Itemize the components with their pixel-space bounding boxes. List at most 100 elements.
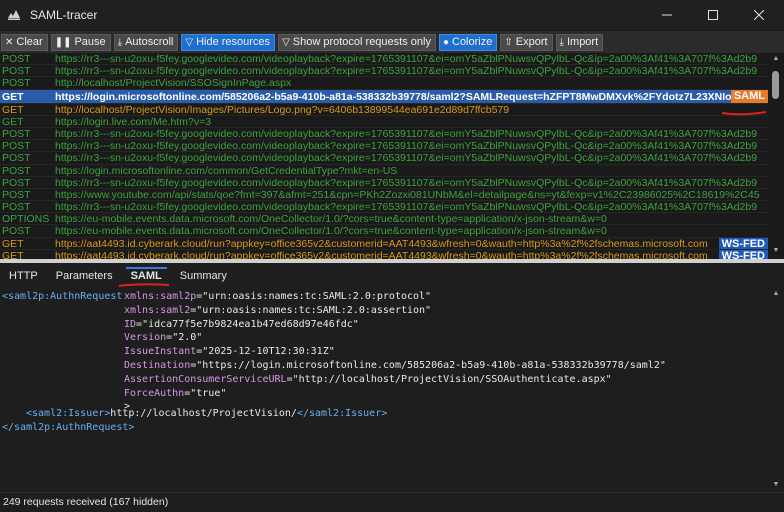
scroll-down-icon[interactable]: ▼ [772, 247, 780, 254]
request-row[interactable]: POST https://rr3---sn-u2oxu-f5fey.googlev… [0, 65, 768, 78]
protocol-badge: SAML [730, 89, 768, 103]
tab-parameters[interactable]: Parameters [47, 263, 122, 287]
request-method: OPTIONS [2, 213, 50, 226]
request-url: https://rr3---sn-u2oxu-f5fey.googlevideo… [55, 53, 758, 65]
request-url: https://login.microsoftonline.com/585206… [55, 90, 752, 103]
request-row[interactable]: GET http://localhost/ProjectVision/Images… [0, 104, 768, 116]
minimize-button[interactable] [644, 0, 690, 30]
drop-icon: ● [442, 36, 449, 48]
request-row[interactable]: GET https://login.live.com/Me.htm?v=3 [0, 116, 768, 128]
request-url: https://eu-mobile.events.data.microsoft.… [55, 225, 607, 238]
request-row[interactable]: POST https://www.youtube.com/api/stats/qo… [0, 188, 768, 202]
colorize-button[interactable]: ● Colorize [438, 33, 498, 51]
request-url: https://www.youtube.com/api/stats/qoe?fm… [55, 188, 760, 201]
autoscroll-button[interactable]: ⤓ Autoscroll [113, 33, 179, 51]
close-button[interactable] [736, 0, 782, 30]
clear-icon: ✕ [5, 36, 14, 48]
show-protocol-button[interactable]: ▽ Show protocol requests only [278, 33, 436, 51]
scroll-down-icon[interactable]: ▼ [772, 481, 780, 488]
request-row[interactable]: POST https://rr3---sn-u2oxu-f5fey.googlev… [0, 127, 768, 141]
xml-attribute: Version="2.0" [124, 332, 203, 344]
scroll-up-icon[interactable]: ▲ [772, 55, 780, 62]
request-method: POST [2, 164, 31, 177]
maximize-icon [708, 10, 718, 20]
request-method: POST [2, 201, 31, 214]
request-url: https://login.live.com/Me.htm?v=3 [55, 115, 212, 128]
xml-attribute: IssueInstant="2025-12-10T12:30:31Z" [124, 346, 335, 358]
request-row[interactable]: GET https://aat4493.id.cyberark.cloud/run… [0, 249, 768, 259]
request-method: POST [2, 77, 31, 90]
request-method: POST [2, 152, 31, 165]
request-url: https://login.microsoftonline.com/common… [55, 164, 398, 177]
request-url: https://rr3---sn-u2oxu-f5fey.googlevideo… [55, 176, 758, 189]
status-bar: 249 requests received (167 hidden) [0, 492, 784, 512]
request-method: GET [2, 90, 24, 103]
request-method: POST [2, 53, 31, 65]
request-row[interactable]: POST https://rr3---sn-u2oxu-f5fey.googlev… [0, 53, 768, 66]
app-icon [6, 7, 22, 23]
request-method: POST [2, 65, 31, 78]
pause-button[interactable]: ❚❚ Pause [50, 33, 111, 51]
request-list-scrollbar[interactable]: ▲ ▼ [768, 53, 784, 259]
request-method: POST [2, 140, 31, 153]
request-row[interactable]: POST https://rr3---sn-u2oxu-f5fey.googlev… [0, 152, 768, 165]
minimize-icon [662, 14, 672, 16]
autoscroll-icon: ⤓ [117, 36, 123, 48]
protocol-badge: WS-FED [718, 249, 768, 259]
import-icon: ⤓ [559, 36, 564, 48]
xml-attribute: xmlns:saml2="urn:oasis:names:tc:SAML:2.0… [124, 304, 432, 316]
import-button[interactable]: ⤓ Import [555, 33, 604, 51]
request-url: http://localhost/ProjectVision/SSOSignIn… [55, 77, 292, 90]
request-method: GET [2, 237, 24, 250]
request-url: https://rr3---sn-u2oxu-f5fey.googlevideo… [55, 152, 758, 165]
tab-http[interactable]: HTTP [0, 263, 47, 287]
xml-attribute: ID="idca77f5e7b9824ea1b47ed68d97e46fdc" [124, 318, 359, 330]
request-method: GET [2, 249, 24, 259]
xml-issuer-line: <saml2:Issuer>http://localhost/ProjectVi… [26, 408, 388, 419]
protocol-badge: WS-FED [718, 237, 768, 249]
pause-icon: ❚❚ [54, 36, 72, 48]
filter-icon: ▽ [282, 36, 290, 48]
xml-attribute: Destination="https://login.microsoftonli… [124, 360, 666, 371]
request-url: https://rr3---sn-u2oxu-f5fey.googlevideo… [55, 127, 758, 140]
request-url: https://aat4493.id.cyberark.cloud/run?ap… [55, 249, 708, 259]
request-url: http://localhost/ProjectVision/Images/Pi… [55, 103, 510, 116]
saml-underline-annotation [721, 111, 767, 116]
request-row[interactable]: POST https://eu-mobile.events.data.micros… [0, 225, 768, 238]
request-list: POST https://rr3---sn-u2oxu-f5fey.googlev… [0, 53, 768, 259]
request-row[interactable]: GET https://aat4493.id.cyberark.cloud/run… [0, 237, 768, 250]
request-row[interactable]: POST https://rr3---sn-u2oxu-f5fey.googlev… [0, 177, 768, 189]
export-button[interactable]: ⇧ Export [500, 33, 553, 51]
filter-icon: ▽ [185, 36, 194, 48]
xml-close-tag: </saml2p:AuthnRequest> [2, 422, 135, 433]
request-row[interactable]: GET https://login.microsoftonline.com/585… [0, 89, 768, 104]
maximize-button[interactable] [690, 0, 736, 30]
scroll-up-icon[interactable]: ▲ [772, 290, 780, 297]
xml-open-tag: <saml2p:AuthnRequest [2, 291, 123, 302]
request-row[interactable]: POST https://login.microsoftonline.com/co… [0, 165, 768, 177]
request-row[interactable]: POST https://rr3---sn-u2oxu-f5fey.googlev… [0, 140, 768, 153]
request-method: GET [2, 115, 24, 128]
xml-viewer-scrollbar[interactable]: ▲ ▼ [768, 287, 784, 492]
export-icon: ⇧ [504, 36, 513, 48]
tab-summary[interactable]: Summary [171, 263, 236, 287]
request-url: https://rr3---sn-u2oxu-f5fey.googlevideo… [55, 201, 758, 214]
request-url: https://rr3---sn-u2oxu-f5fey.googlevideo… [55, 140, 758, 153]
request-method: POST [2, 188, 31, 201]
title-bar: SAML-tracer [0, 0, 784, 30]
xml-attribute: xmlns:saml2p="urn:oasis:names:tc:SAML:2.… [124, 291, 432, 302]
request-method: POST [2, 176, 31, 189]
scrollbar-thumb[interactable] [772, 71, 779, 99]
close-icon [754, 10, 764, 20]
xml-attribute: AssertionConsumerServiceURL="http://loca… [124, 373, 612, 385]
hide-resources-button[interactable]: ▽ Hide resources [181, 33, 276, 51]
request-row[interactable]: OPTIONS https://eu-mobile.events.data.mic… [0, 213, 768, 226]
request-row[interactable]: POST https://rr3---sn-u2oxu-f5fey.googlev… [0, 201, 768, 214]
saml-xml-viewer[interactable]: <saml2p:AuthnRequest xmlns:saml2p="urn:o… [0, 287, 768, 492]
request-row[interactable]: POST http://localhost/ProjectVision/SSOSi… [0, 77, 768, 90]
request-method: GET [2, 103, 24, 116]
request-url: https://rr3---sn-u2oxu-f5fey.googlevideo… [55, 65, 758, 78]
clear-button[interactable]: ✕ Clear [1, 33, 48, 51]
request-method: POST [2, 127, 31, 140]
request-method: POST [2, 225, 31, 238]
